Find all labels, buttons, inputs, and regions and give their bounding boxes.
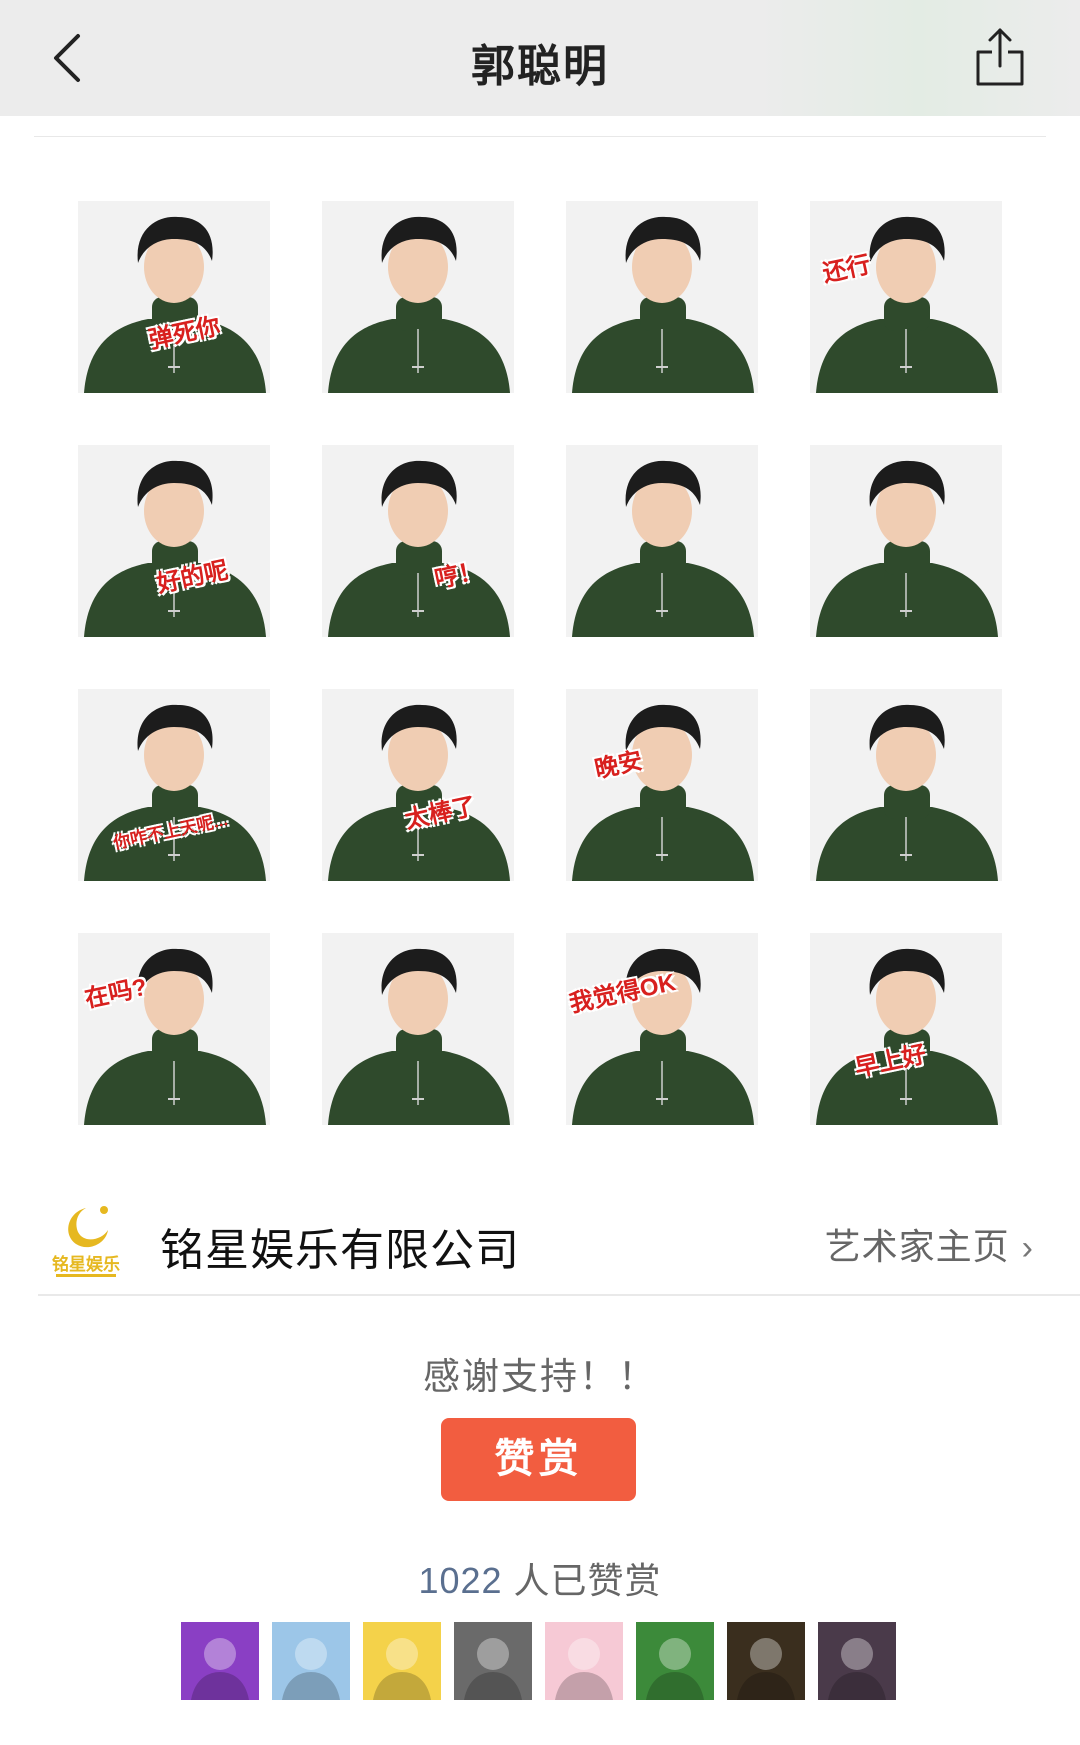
- company-logo: 铭星娱乐: [48, 1200, 124, 1282]
- sticker-item[interactable]: 你咋不上天呢...: [78, 689, 270, 881]
- avatar-boy-dark[interactable]: [818, 1622, 896, 1700]
- sticker-portrait: [78, 201, 270, 393]
- company-divider: [38, 1294, 1080, 1296]
- sticker-item[interactable]: 早上好: [810, 933, 1002, 1125]
- avatar-image: [818, 1622, 896, 1700]
- avatar-basketball[interactable]: [454, 1622, 532, 1700]
- avatar-image: [454, 1622, 532, 1700]
- sticker-portrait: [78, 933, 270, 1125]
- reward-button[interactable]: 赞赏: [441, 1418, 636, 1501]
- sticker-item[interactable]: 弹死你: [78, 201, 270, 393]
- sticker-grid: 弹死你 还行好的呢 哼！ 你咋不上天呢... 太棒了 晚安在吗? 我觉得OK 早上好: [78, 201, 1002, 1125]
- sticker-portrait: [810, 201, 1002, 393]
- supporter-avatars: [181, 1622, 896, 1700]
- sticker-item[interactable]: 太棒了: [322, 689, 514, 881]
- sticker-portrait: [810, 933, 1002, 1125]
- sticker-portrait: [322, 201, 514, 393]
- avatar-boy-portrait[interactable]: [363, 1622, 441, 1700]
- sticker-item[interactable]: [566, 201, 758, 393]
- avatar-image: [181, 1622, 259, 1700]
- sticker-item[interactable]: 晚安: [566, 689, 758, 881]
- avatar-image: [363, 1622, 441, 1700]
- reward-count-number: 1022: [418, 1560, 503, 1601]
- avatar-children-group[interactable]: [636, 1622, 714, 1700]
- sticker-item[interactable]: 我觉得OK: [566, 933, 758, 1125]
- chevron-right-icon: ›: [1021, 1229, 1034, 1267]
- thanks-text: 感谢支持！！: [423, 1356, 657, 1397]
- artist-link-label: 艺术家主页: [824, 1226, 1010, 1267]
- sticker-item[interactable]: 还行: [810, 201, 1002, 393]
- share-icon: [976, 28, 1024, 86]
- sticker-item[interactable]: [322, 201, 514, 393]
- sticker-portrait: [566, 201, 758, 393]
- avatar-girl-dark[interactable]: [727, 1622, 805, 1700]
- avatar-image: [727, 1622, 805, 1700]
- sticker-item[interactable]: [566, 445, 758, 637]
- reward-count: 1022 人已赞赏: [0, 1552, 1080, 1604]
- sticker-item[interactable]: [810, 689, 1002, 881]
- company-logo-text: 铭星娱乐: [52, 1254, 120, 1275]
- avatar-image: [272, 1622, 350, 1700]
- sticker-portrait: [322, 933, 514, 1125]
- sticker-item[interactable]: [810, 445, 1002, 637]
- share-button[interactable]: [970, 26, 1030, 90]
- top-bar: 郭聪明: [0, 0, 1080, 116]
- sticker-portrait: [566, 933, 758, 1125]
- artist-homepage-link[interactable]: 艺术家主页 ›: [825, 1218, 1034, 1270]
- company-name: 铭星娱乐有限公司: [160, 1226, 520, 1275]
- sticker-portrait: [566, 689, 758, 881]
- sticker-item[interactable]: 在吗?: [78, 933, 270, 1125]
- top-divider: [34, 136, 1046, 137]
- sticker-portrait: [566, 445, 758, 637]
- sticker-portrait: [810, 445, 1002, 637]
- sticker-item[interactable]: [322, 933, 514, 1125]
- sticker-portrait: [78, 689, 270, 881]
- sticker-item[interactable]: 好的呢: [78, 445, 270, 637]
- sticker-portrait: [78, 445, 270, 637]
- avatar-cartoon-frog[interactable]: [272, 1622, 350, 1700]
- company-row: 铭星娱乐 铭星娱乐有限公司 艺术家主页 ›: [0, 1192, 1080, 1292]
- sticker-item[interactable]: 哼！: [322, 445, 514, 637]
- avatar-image: [545, 1622, 623, 1700]
- page-title: 郭聪明: [471, 42, 609, 91]
- reward-count-suffix: 人已赞赏: [502, 1560, 662, 1601]
- avatar-purple-flower[interactable]: [181, 1622, 259, 1700]
- sticker-portrait: [810, 689, 1002, 881]
- sticker-portrait: [322, 445, 514, 637]
- sticker-portrait: [322, 689, 514, 881]
- avatar-anime-girl[interactable]: [545, 1622, 623, 1700]
- avatar-image: [636, 1622, 714, 1700]
